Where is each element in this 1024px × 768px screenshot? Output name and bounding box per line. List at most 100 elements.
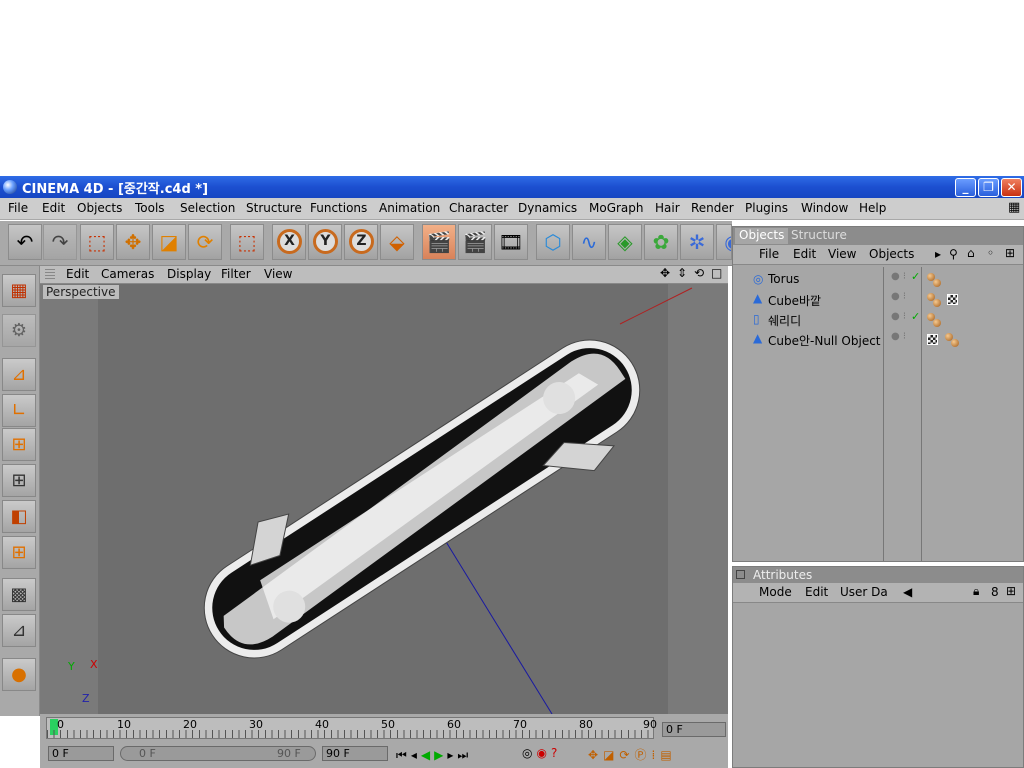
layer-icon[interactable]: ◦ xyxy=(987,246,994,260)
record-icon[interactable]: ◎ xyxy=(522,746,536,760)
scale-button[interactable]: ◪ xyxy=(152,224,186,260)
play-forward-icon[interactable]: ▶ xyxy=(434,748,447,762)
object-row-cylinder[interactable]: ▯ 쉐리디 ● ⁝ ✓ xyxy=(733,309,1023,329)
key-position-icon[interactable]: ✥ xyxy=(588,748,603,762)
viewport-menu-edit[interactable]: Edit xyxy=(66,267,89,281)
move-button[interactable]: ✥ xyxy=(116,224,150,260)
visibility-dot[interactable]: ● ⁝ xyxy=(891,331,906,342)
viewport-menu-display[interactable]: Display xyxy=(167,267,211,281)
viewport-menu-cameras[interactable]: Cameras xyxy=(101,267,154,281)
go-to-start-icon[interactable]: ⏮ xyxy=(396,748,411,762)
menu-objects[interactable]: Objects xyxy=(77,201,122,215)
x-axis-lock-button[interactable]: X xyxy=(272,224,306,260)
play-backward-icon[interactable]: ◀ xyxy=(421,748,434,762)
render-view-button[interactable]: 🎬 xyxy=(422,224,456,260)
panel-checkbox[interactable] xyxy=(736,570,745,579)
array-button[interactable]: ✿ xyxy=(644,224,678,260)
menu-window[interactable]: Window xyxy=(801,201,848,215)
use-edges-button[interactable]: ⊞ xyxy=(2,464,36,497)
minimize-button[interactable]: _ xyxy=(955,178,976,197)
key-param-icon[interactable]: Ⓟ xyxy=(634,748,651,762)
range-slider[interactable]: 0 F 90 F xyxy=(120,746,316,761)
new-panel-icon[interactable]: ⊞ xyxy=(1005,246,1015,260)
viewport-maximize-icon[interactable]: □ xyxy=(711,266,722,280)
live-selection-button[interactable]: ⬚ xyxy=(80,224,114,260)
key-scale-icon[interactable]: ◪ xyxy=(603,748,619,762)
key-selection-icon[interactable]: ? xyxy=(551,746,561,760)
material-tag-icon[interactable] xyxy=(933,279,941,287)
menu-structure[interactable]: Structure xyxy=(246,201,302,215)
texture-axis-button[interactable]: ⊿ xyxy=(2,614,36,647)
attributes-menu-mode[interactable]: Mode xyxy=(759,585,792,599)
objects-menu-view[interactable]: View xyxy=(828,247,856,261)
use-texture-axis-button[interactable]: ∟ xyxy=(2,394,36,427)
expand-arrow-icon[interactable]: ▸ xyxy=(935,247,941,261)
attributes-menu-user-data[interactable]: User Da xyxy=(840,585,888,599)
visibility-dot[interactable]: ● ⁝ xyxy=(891,271,906,282)
deformer-button[interactable]: ✲ xyxy=(680,224,714,260)
scene-button[interactable]: ◉ xyxy=(716,224,732,260)
objects-menu-file[interactable]: File xyxy=(759,247,779,261)
texture-tag-icon[interactable] xyxy=(927,334,938,345)
use-model-tool-button[interactable]: ▦ xyxy=(2,274,36,307)
home-icon[interactable]: ⌂ xyxy=(967,246,975,260)
viewport-zoom-icon[interactable]: ⇕ xyxy=(677,266,687,280)
rotate-button[interactable]: ⟳ xyxy=(188,224,222,260)
end-frame-field[interactable]: 90 F xyxy=(322,746,388,761)
y-axis-lock-button[interactable]: Y xyxy=(308,224,342,260)
material-tag-icon[interactable] xyxy=(951,339,959,347)
attributes-menu-edit[interactable]: Edit xyxy=(805,585,828,599)
layout-icon[interactable]: ▦ xyxy=(1008,200,1020,215)
menu-hair[interactable]: Hair xyxy=(655,201,680,215)
use-object-tool-button[interactable]: ⚙ xyxy=(2,314,36,347)
prev-key-icon[interactable]: ◂ xyxy=(411,748,421,762)
new-panel-icon[interactable]: ⊞ xyxy=(1006,584,1016,598)
search-icon[interactable]: ⚲ xyxy=(949,247,958,261)
object-row-cube-outer[interactable]: ▲ Cube바깥 ● ⁝ xyxy=(733,289,1023,309)
coordinate-system-button[interactable]: ⬙ xyxy=(380,224,414,260)
object-row-torus[interactable]: ◎ Torus ● ⁝ ✓ xyxy=(733,269,1023,289)
objects-menu-edit[interactable]: Edit xyxy=(793,247,816,261)
menu-character[interactable]: Character xyxy=(449,201,508,215)
viewport-rotate-icon[interactable]: ⟲ xyxy=(694,266,704,280)
texture-tag-icon[interactable] xyxy=(947,294,958,305)
start-frame-field[interactable]: 0 F xyxy=(48,746,114,761)
menu-help[interactable]: Help xyxy=(859,201,886,215)
spline-button[interactable]: ∿ xyxy=(572,224,606,260)
material-tag-icon[interactable] xyxy=(933,319,941,327)
menu-plugins[interactable]: Plugins xyxy=(745,201,788,215)
menu-functions[interactable]: Functions xyxy=(310,201,367,215)
menu-edit[interactable]: Edit xyxy=(42,201,65,215)
use-points-button[interactable]: ⊞ xyxy=(2,428,36,461)
link-icon[interactable]: 8 xyxy=(991,585,999,599)
viewport-move-icon[interactable]: ✥ xyxy=(660,266,670,280)
material-tag-icon[interactable] xyxy=(933,299,941,307)
go-to-end-icon[interactable]: ⏭ xyxy=(457,748,472,762)
undo-button[interactable]: ↶ xyxy=(8,224,42,260)
recent-tool-button[interactable]: ⬚ xyxy=(230,224,264,260)
timeline-menu-icon[interactable]: ▤ xyxy=(660,748,676,762)
render-settings-button[interactable]: 🎞 xyxy=(494,224,528,260)
back-arrow-icon[interactable]: ◀ xyxy=(903,585,912,599)
nurbs-button[interactable]: ◈ xyxy=(608,224,642,260)
menu-dynamics[interactable]: Dynamics xyxy=(518,201,577,215)
enabled-check-icon[interactable]: ✓ xyxy=(911,310,920,323)
current-frame-field[interactable]: 0 F xyxy=(662,722,726,737)
redo-button[interactable]: ↷ xyxy=(43,224,77,260)
texture-button[interactable]: ▩ xyxy=(2,578,36,611)
next-key-icon[interactable]: ▸ xyxy=(447,748,457,762)
tab-structure[interactable]: Structure xyxy=(787,228,851,244)
use-polygons-button[interactable]: ◧ xyxy=(2,500,36,533)
menu-selection[interactable]: Selection xyxy=(180,201,235,215)
tab-objects[interactable]: Objects xyxy=(735,228,789,244)
render-picture-viewer-button[interactable]: 🎬 xyxy=(458,224,492,260)
timeline-ruler[interactable]: 0 10 20 30 40 50 60 70 80 90 xyxy=(46,717,657,739)
sculpt-button[interactable]: ● xyxy=(2,658,36,691)
object-row-cube-inner[interactable]: ▲ Cube안-Null Object ● ⁝ xyxy=(733,329,1023,349)
use-animation-button[interactable]: ⊞ xyxy=(2,536,36,569)
objects-menu-objects[interactable]: Objects xyxy=(869,247,914,261)
lock-icon[interactable]: 🔒︎ xyxy=(973,584,979,599)
menu-render[interactable]: Render xyxy=(691,201,734,215)
visibility-dot[interactable]: ● ⁝ xyxy=(891,311,906,322)
viewport-menu-view[interactable]: View xyxy=(264,267,292,281)
